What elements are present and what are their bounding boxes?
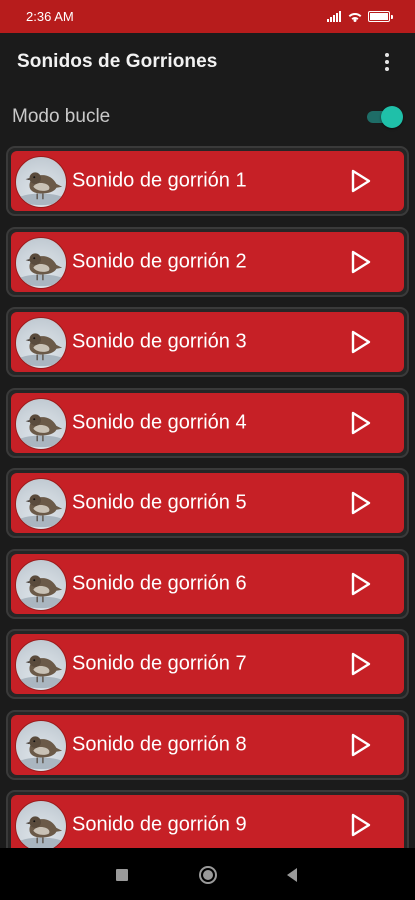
sound-item-card[interactable]: Sonido de gorrión 5	[11, 473, 404, 533]
signal-icon	[327, 11, 341, 22]
play-icon[interactable]	[348, 571, 374, 597]
sparrow-thumbnail	[15, 478, 67, 530]
sound-item-label: Sonido de gorrión 2	[72, 250, 247, 272]
sound-list-item[interactable]: Sonido de gorrión 4	[6, 387, 409, 458]
sound-list[interactable]: Sonido de gorrión 1 Sonido de gorrión 2 So…	[0, 145, 415, 848]
play-icon[interactable]	[348, 329, 374, 355]
sound-item-card[interactable]: Sonido de gorrión 9	[11, 795, 404, 848]
more-vert-icon[interactable]	[375, 50, 399, 74]
sparrow-thumbnail	[15, 156, 67, 208]
play-icon[interactable]	[348, 168, 374, 194]
status-icons	[327, 11, 393, 22]
sound-list-item[interactable]: Sonido de gorrión 8	[6, 709, 409, 780]
sound-list-item[interactable]: Sonido de gorrión 9	[6, 790, 409, 848]
play-icon[interactable]	[348, 651, 374, 677]
sound-item-label: Sonido de gorrión 1	[72, 169, 247, 192]
sound-list-item[interactable]: Sonido de gorrión 1	[6, 146, 409, 216]
sparrow-thumbnail	[15, 236, 67, 289]
sparrow-thumbnail	[15, 397, 67, 450]
sparrow-thumbnail	[15, 800, 67, 848]
sound-item-label: Sonido de gorrión 6	[72, 572, 247, 594]
recent-apps-icon[interactable]	[111, 864, 133, 886]
sound-item-label: Sonido de gorrión 8	[72, 733, 247, 755]
sound-item-label: Sonido de gorrión 7	[72, 652, 247, 675]
sound-list-item[interactable]: Sonido de gorrión 6	[6, 548, 409, 619]
play-icon[interactable]	[348, 812, 374, 838]
app-screen: 2:36 AM Sonidos de Gorriones Modo bucle …	[0, 0, 415, 900]
sparrow-thumbnail	[15, 558, 67, 611]
system-nav-bar	[0, 848, 415, 900]
status-time: 2:36 AM	[26, 9, 74, 24]
loop-mode-label: Modo bucle	[12, 106, 111, 127]
battery-icon	[368, 11, 393, 22]
sound-item-label: Sonido de gorrión 4	[72, 411, 247, 433]
play-icon[interactable]	[348, 490, 374, 516]
sound-item-label: Sonido de gorrión 9	[72, 813, 247, 836]
sound-list-item[interactable]: Sonido de gorrión 7	[6, 629, 409, 699]
sound-item-card[interactable]: Sonido de gorrión 4	[11, 392, 404, 453]
sound-item-card[interactable]: Sonido de gorrión 2	[11, 231, 404, 292]
status-bar: 2:36 AM	[0, 0, 415, 33]
wifi-icon	[347, 11, 362, 22]
sparrow-thumbnail	[15, 317, 67, 369]
app-bar: Sonidos de Gorriones	[0, 33, 415, 91]
sound-item-card[interactable]: Sonido de gorrión 7	[11, 634, 404, 694]
sound-item-card[interactable]: Sonido de gorrión 1	[11, 151, 404, 211]
sound-item-card[interactable]: Sonido de gorrión 8	[11, 714, 404, 775]
back-icon[interactable]	[281, 864, 303, 886]
sparrow-thumbnail	[15, 639, 67, 691]
sound-item-card[interactable]: Sonido de gorrión 6	[11, 553, 404, 614]
sound-item-label: Sonido de gorrión 3	[72, 330, 247, 353]
sound-list-item[interactable]: Sonido de gorrión 5	[6, 468, 409, 538]
sound-item-card[interactable]: Sonido de gorrión 3	[11, 312, 404, 372]
sound-item-label: Sonido de gorrión 5	[72, 491, 247, 514]
app-title: Sonidos de Gorriones	[17, 51, 218, 72]
home-icon[interactable]	[197, 864, 219, 886]
loop-mode-row: Modo bucle	[0, 98, 415, 136]
sound-list-item[interactable]: Sonido de gorrión 3	[6, 307, 409, 377]
sparrow-thumbnail	[15, 719, 67, 772]
play-icon[interactable]	[348, 249, 374, 275]
sound-list-item[interactable]: Sonido de gorrión 2	[6, 226, 409, 297]
play-icon[interactable]	[348, 410, 374, 436]
loop-mode-switch[interactable]	[365, 106, 403, 128]
play-icon[interactable]	[348, 732, 374, 758]
